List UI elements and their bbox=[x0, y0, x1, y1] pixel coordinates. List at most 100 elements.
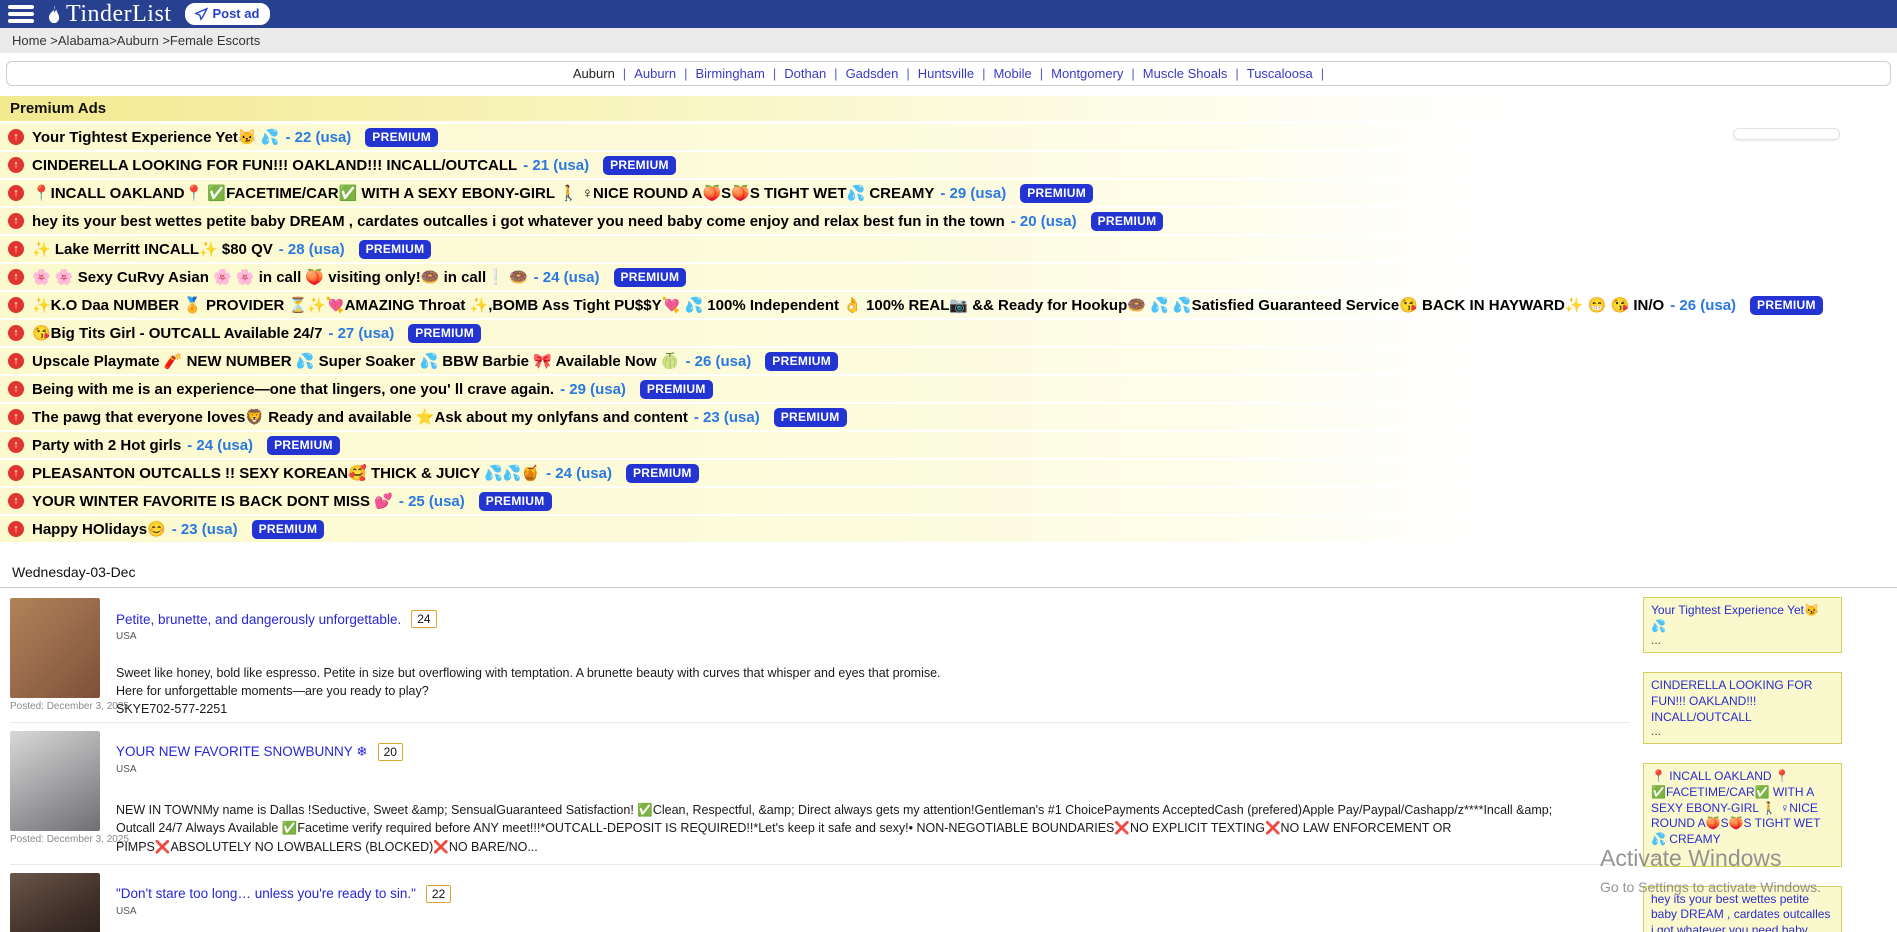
site-logo-text: TinderList bbox=[66, 2, 171, 26]
premium-ad-row[interactable]: ↑ YOUR WINTER FAVORITE IS BACK DONT MISS… bbox=[0, 488, 1897, 514]
premium-ad-title: hey its your best wettes petite baby DRE… bbox=[32, 213, 1005, 230]
premium-ad-age-location[interactable]: - 24 (usa) bbox=[534, 269, 600, 286]
sidebar-ad-box[interactable]: CINDERELLA LOOKING FOR FUN!!! OAKLAND!!!… bbox=[1643, 672, 1842, 744]
separator: | bbox=[1321, 66, 1324, 81]
premium-ad-age-location[interactable]: - 22 (usa) bbox=[285, 129, 351, 146]
hamburger-menu-icon[interactable] bbox=[8, 5, 34, 23]
sidebar-ad-title[interactable]: Your Tightest Experience Yet😼 💦 bbox=[1651, 603, 1834, 634]
posted-timestamp: Posted: December 3, 2025 bbox=[10, 834, 102, 845]
up-arrow-icon: ↑ bbox=[8, 269, 24, 285]
listing-title-link[interactable]: YOUR NEW FAVORITE SNOWBUNNY ❄ bbox=[116, 744, 368, 760]
sidebar-ad-box[interactable]: Your Tightest Experience Yet😼 💦 ... bbox=[1643, 597, 1842, 653]
premium-badge: PREMIUM bbox=[765, 352, 838, 371]
separator: | bbox=[623, 66, 626, 81]
city-link[interactable]: Montgomery bbox=[1051, 66, 1123, 81]
premium-badge: PREMIUM bbox=[774, 408, 847, 427]
premium-ad-row[interactable]: ↑ hey its your best wettes petite baby D… bbox=[0, 208, 1897, 234]
premium-ad-row[interactable]: ↑ Being with me is an experience—one tha… bbox=[0, 376, 1897, 402]
premium-ad-row[interactable]: ↑ The pawg that everyone loves🦁 Ready an… bbox=[0, 404, 1897, 430]
premium-ad-age-location[interactable]: - 23 (usa) bbox=[694, 409, 760, 426]
up-arrow-icon: ↑ bbox=[8, 409, 24, 425]
up-arrow-icon: ↑ bbox=[8, 381, 24, 397]
premium-badge: PREMIUM bbox=[365, 128, 438, 147]
premium-ad-row[interactable]: ↑ Your Tightest Experience Yet😼 💦 - 22 (… bbox=[0, 124, 1897, 150]
city-link[interactable]: Birmingham bbox=[696, 66, 765, 81]
premium-ad-title: ✨ Lake Merritt INCALL✨ $80 QV bbox=[32, 240, 273, 258]
premium-ad-age-location[interactable]: - 24 (usa) bbox=[187, 437, 253, 454]
city-link[interactable]: Tuscaloosa bbox=[1247, 66, 1313, 81]
premium-ad-age-location[interactable]: - 27 (usa) bbox=[328, 325, 394, 342]
scrollbar-thumb[interactable] bbox=[1733, 128, 1840, 140]
listing-description: Sweet like honey, bold like espresso. Pe… bbox=[116, 664, 946, 700]
premium-ad-age-location[interactable]: - 29 (usa) bbox=[940, 185, 1006, 202]
premium-ad-age-location[interactable]: - 26 (usa) bbox=[1670, 297, 1736, 314]
sidebar-ad-title[interactable]: 📍 INCALL OAKLAND 📍 ✅FACETIME/CAR✅ WITH A… bbox=[1651, 769, 1834, 847]
premium-ad-row[interactable]: ↑ PLEASANTON OUTCALLS !! SEXY KOREAN🥰 TH… bbox=[0, 460, 1897, 486]
premium-badge: PREMIUM bbox=[252, 520, 325, 539]
premium-ad-title: ✨K.O Daa NUMBER 🏅 PROVIDER ⏳✨💘AMAZING Th… bbox=[32, 296, 1664, 314]
city-link[interactable]: Gadsden bbox=[846, 66, 899, 81]
up-arrow-icon: ↑ bbox=[8, 521, 24, 537]
post-ad-button[interactable]: Post ad bbox=[185, 3, 270, 25]
premium-ads-section: Premium Ads ↑ Your Tightest Experience Y… bbox=[0, 96, 1897, 542]
listing-photo[interactable] bbox=[10, 873, 100, 932]
listing-title-link[interactable]: Petite, brunette, and dangerously unforg… bbox=[116, 612, 401, 627]
current-city: Auburn bbox=[573, 66, 615, 81]
listing-description: NEW IN TOWNMy name is Dallas !Seductive,… bbox=[116, 801, 1576, 855]
premium-ad-age-location[interactable]: - 23 (usa) bbox=[172, 521, 238, 538]
city-link[interactable]: Muscle Shoals bbox=[1143, 66, 1228, 81]
premium-ad-age-location[interactable]: - 28 (usa) bbox=[279, 241, 345, 258]
sidebar-ad-box[interactable]: hey its your best wettes petite baby DRE… bbox=[1643, 886, 1842, 932]
separator: | bbox=[982, 66, 985, 81]
premium-ad-row[interactable]: ↑ 😘Big Tits Girl - OUTCALL Available 24/… bbox=[0, 320, 1897, 346]
premium-ad-row[interactable]: ↑ Upscale Playmate 🧨 NEW NUMBER 💦 Super … bbox=[0, 348, 1897, 374]
premium-ad-row[interactable]: ↑ ✨K.O Daa NUMBER 🏅 PROVIDER ⏳✨💘AMAZING … bbox=[0, 292, 1897, 318]
listing-title-link[interactable]: "Don't stare too long… unless you're rea… bbox=[116, 886, 416, 901]
listing-item: Posted: December 3, 2025 "Don't stare to… bbox=[10, 873, 1630, 932]
premium-ad-age-location[interactable]: - 20 (usa) bbox=[1011, 213, 1077, 230]
age-badge: 24 bbox=[411, 610, 436, 628]
sidebar-ad-title[interactable]: hey its your best wettes petite baby DRE… bbox=[1651, 892, 1834, 932]
sidebar-ad-box[interactable]: 📍 INCALL OAKLAND 📍 ✅FACETIME/CAR✅ WITH A… bbox=[1643, 763, 1842, 866]
city-link[interactable]: Mobile bbox=[993, 66, 1031, 81]
listing-location: USA bbox=[116, 764, 1630, 775]
premium-badge: PREMIUM bbox=[1750, 296, 1823, 315]
up-arrow-icon: ↑ bbox=[8, 213, 24, 229]
premium-ad-age-location[interactable]: - 29 (usa) bbox=[560, 381, 626, 398]
premium-badge: PREMIUM bbox=[626, 464, 699, 483]
premium-ad-title: CINDERELLA LOOKING FOR FUN!!! OAKLAND!!!… bbox=[32, 157, 517, 174]
separator: | bbox=[1235, 66, 1238, 81]
premium-ad-title: 😘Big Tits Girl - OUTCALL Available 24/7 bbox=[32, 324, 322, 342]
premium-ad-title: PLEASANTON OUTCALLS !! SEXY KOREAN🥰 THIC… bbox=[32, 464, 540, 482]
premium-ad-title: Your Tightest Experience Yet😼 💦 bbox=[32, 128, 279, 146]
premium-ad-age-location[interactable]: - 26 (usa) bbox=[685, 353, 751, 370]
premium-ad-row[interactable]: ↑ 📍INCALL OAKLAND📍 ✅FACETIME/CAR✅ WITH A… bbox=[0, 180, 1897, 206]
breadcrumb-text: Home >Alabama>Auburn >Female Escorts bbox=[12, 33, 260, 48]
premium-ad-row[interactable]: ↑ 🌸 🌸 Sexy CuRvy Asian 🌸 🌸 in call 🍑 vis… bbox=[0, 264, 1897, 290]
premium-ad-row[interactable]: ↑ Party with 2 Hot girls - 24 (usa) PREM… bbox=[0, 432, 1897, 458]
paper-plane-icon bbox=[194, 7, 208, 21]
listings-column: Posted: December 3, 2025 Petite, brunett… bbox=[0, 588, 1630, 932]
premium-ad-row[interactable]: ↑ ✨ Lake Merritt INCALL✨ $80 QV - 28 (us… bbox=[0, 236, 1897, 262]
separator: | bbox=[684, 66, 687, 81]
posted-timestamp: Posted: December 3, 2025 bbox=[10, 701, 102, 712]
premium-ad-row[interactable]: ↑ Happy HOlidays😊 - 23 (usa) PREMIUM bbox=[0, 516, 1897, 542]
premium-ad-title: YOUR WINTER FAVORITE IS BACK DONT MISS 💕 bbox=[32, 492, 393, 510]
up-arrow-icon: ↑ bbox=[8, 241, 24, 257]
listing-location: USA bbox=[116, 906, 1630, 917]
up-arrow-icon: ↑ bbox=[8, 465, 24, 481]
sidebar-ad-title[interactable]: CINDERELLA LOOKING FOR FUN!!! OAKLAND!!!… bbox=[1651, 678, 1834, 725]
city-link[interactable]: Dothan bbox=[784, 66, 826, 81]
premium-badge: PREMIUM bbox=[640, 380, 713, 399]
premium-ad-age-location[interactable]: - 21 (usa) bbox=[523, 157, 589, 174]
premium-ad-row[interactable]: ↑ CINDERELLA LOOKING FOR FUN!!! OAKLAND!… bbox=[0, 152, 1897, 178]
city-link[interactable]: Huntsville bbox=[918, 66, 974, 81]
city-link[interactable]: Auburn bbox=[634, 66, 676, 81]
listing-photo[interactable] bbox=[10, 731, 100, 831]
premium-ad-age-location[interactable]: - 25 (usa) bbox=[399, 493, 465, 510]
premium-ad-age-location[interactable]: - 24 (usa) bbox=[546, 465, 612, 482]
breadcrumb[interactable]: Home >Alabama>Auburn >Female Escorts bbox=[0, 28, 1897, 53]
listing-photo[interactable] bbox=[10, 598, 100, 698]
site-logo[interactable]: TinderList bbox=[44, 2, 171, 26]
city-links-bar: Auburn | Auburn | Birmingham | Dothan | Gads… bbox=[6, 61, 1891, 86]
